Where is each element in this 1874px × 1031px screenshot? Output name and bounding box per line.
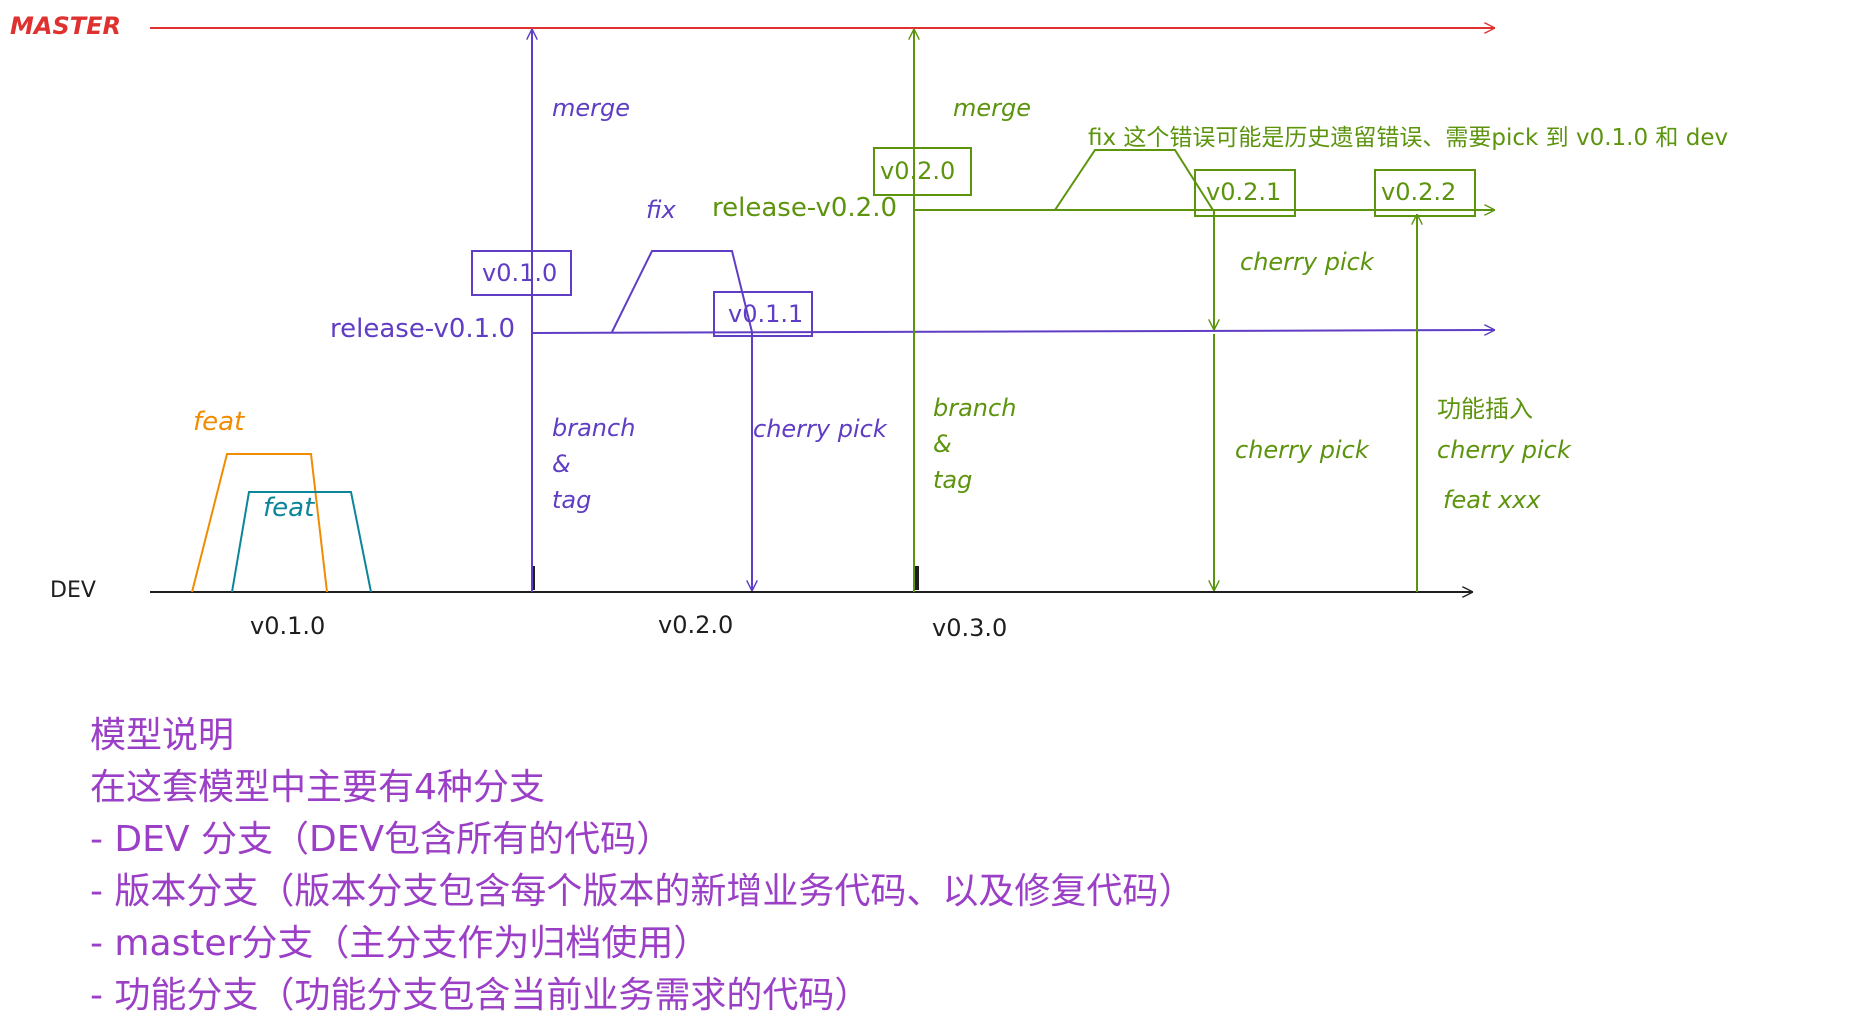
dev-version-3: v0.3.0: [932, 614, 1007, 642]
release-v020-branch: release-v0.2.0 merge branch & tag v0.2.0…: [712, 29, 1728, 592]
tag-v020: v0.2.0: [880, 157, 955, 185]
dev-version-1: v0.1.0: [250, 612, 325, 640]
master-label: MASTER: [10, 12, 121, 40]
tag-v011: v0.1.1: [728, 300, 803, 328]
release-v010-label: release-v0.1.0: [330, 314, 515, 344]
cherry-pick-label-3: cherry pick: [1235, 436, 1370, 464]
dev-label: DEV: [50, 578, 96, 603]
dev-branch: DEV v0.1.0 v0.2.0 v0.3.0: [50, 566, 1473, 642]
fix-note-label: fix 这个错误可能是历史遗留错误、需要pick 到 v0.1.0 和 dev: [1088, 125, 1728, 151]
tag-v022: v0.2.2: [1381, 178, 1456, 206]
notes-item: - DEV 分支（DEV包含所有的代码）: [90, 819, 673, 860]
feature-insert-label: 功能插入 cherry pick feat xxx: [1437, 395, 1578, 514]
fix-label-1: fix: [646, 196, 677, 224]
feature-branch-b: feat: [231, 491, 372, 593]
cherry-pick-label-1: cherry pick: [753, 415, 888, 443]
notes-item: - master分支（主分支作为归档使用）: [90, 923, 710, 964]
branch-tag-label-2: branch & tag: [933, 394, 1024, 494]
notes-item: - 版本分支（版本分支包含每个版本的新增业务代码、以及修复代码）: [90, 871, 1195, 912]
feature-b-label: feat: [263, 493, 315, 523]
dev-version-2: v0.2.0: [658, 611, 733, 639]
tag-v010: v0.1.0: [482, 259, 557, 287]
release-v020-label: release-v0.2.0: [712, 193, 897, 223]
notes-item: - 功能分支（功能分支包含当前业务需求的代码）: [90, 975, 871, 1016]
model-description: 模型说明 在这套模型中主要有4种分支 - DEV 分支（DEV包含所有的代码） …: [90, 710, 1194, 1022]
feature-a-label: feat: [193, 407, 245, 437]
notes-title: 模型说明: [90, 715, 235, 756]
merge-label-2: merge: [953, 94, 1031, 122]
git-branching-diagram: MASTER DEV v0.1.0 v0.2.0 v0.3.0 feat fea…: [10, 12, 1728, 642]
master-branch: MASTER: [10, 12, 1495, 40]
release-v010-branch: release-v0.1.0 merge branch & tag v0.1.0…: [330, 29, 1495, 592]
branch-tag-label-1: branch & tag: [552, 414, 643, 514]
merge-label-1: merge: [552, 94, 630, 122]
tag-v021: v0.2.1: [1206, 178, 1281, 206]
notes-intro: 在这套模型中主要有4种分支: [90, 767, 545, 808]
cherry-pick-label-2: cherry pick: [1240, 248, 1375, 276]
